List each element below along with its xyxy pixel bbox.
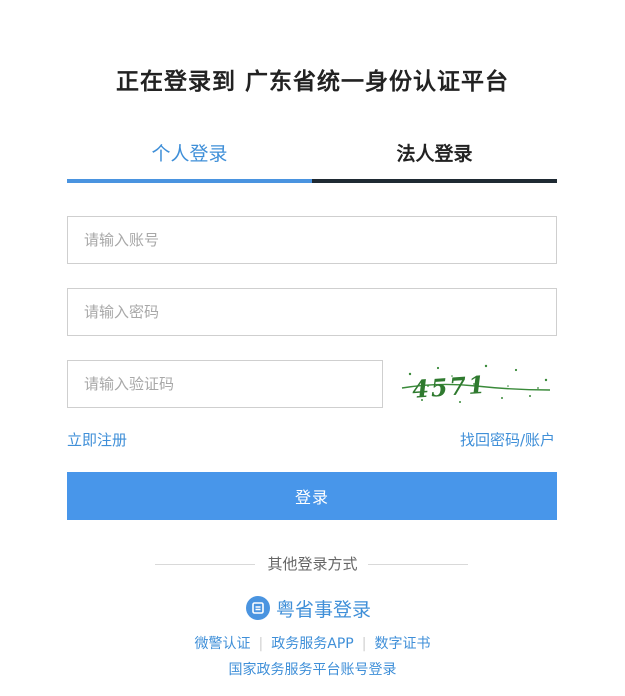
link-separator: | (258, 636, 264, 652)
digital-cert-link[interactable]: 数字证书 (374, 636, 430, 652)
password-field (67, 288, 557, 336)
gov-app-link[interactable]: 政务服务APP (271, 636, 353, 652)
tab-personal-login[interactable]: 个人登录 (67, 138, 312, 181)
yss-login-label: 粤省事登录 (276, 598, 372, 621)
link-separator: | (361, 636, 367, 652)
account-field (67, 216, 557, 264)
yss-logo-icon (246, 596, 270, 620)
yss-login-button[interactable]: 粤省事登录 (246, 594, 371, 622)
login-tabs: 个人登录 法人登录 (67, 138, 557, 185)
page-title: 正在登录到 广东省统一身份认证平台 (115, 68, 509, 95)
captcha-field (67, 360, 383, 408)
captcha-text: 4571 (411, 370, 488, 404)
captcha-image[interactable]: 4571 (398, 356, 554, 410)
password-input[interactable] (68, 289, 556, 335)
forgot-password-link[interactable]: 找回密码/账户 (460, 429, 555, 450)
account-input[interactable] (68, 217, 556, 263)
login-button[interactable]: 登录 (67, 472, 557, 520)
divider-right (368, 564, 468, 565)
national-platform-login-link[interactable]: 国家政务服务平台账号登录 (0, 659, 625, 679)
other-login-links: 微警认证 | 政务服务APP | 数字证书 (0, 633, 625, 653)
captcha-input[interactable] (68, 361, 382, 407)
wechat-police-link[interactable]: 微警认证 (195, 636, 251, 652)
register-link[interactable]: 立即注册 (67, 429, 127, 450)
tab-inactive-indicator (312, 179, 557, 183)
other-login-heading: 其他登录方式 (267, 555, 358, 573)
tab-active-indicator (67, 179, 312, 183)
tab-legal-login[interactable]: 法人登录 (312, 138, 557, 181)
